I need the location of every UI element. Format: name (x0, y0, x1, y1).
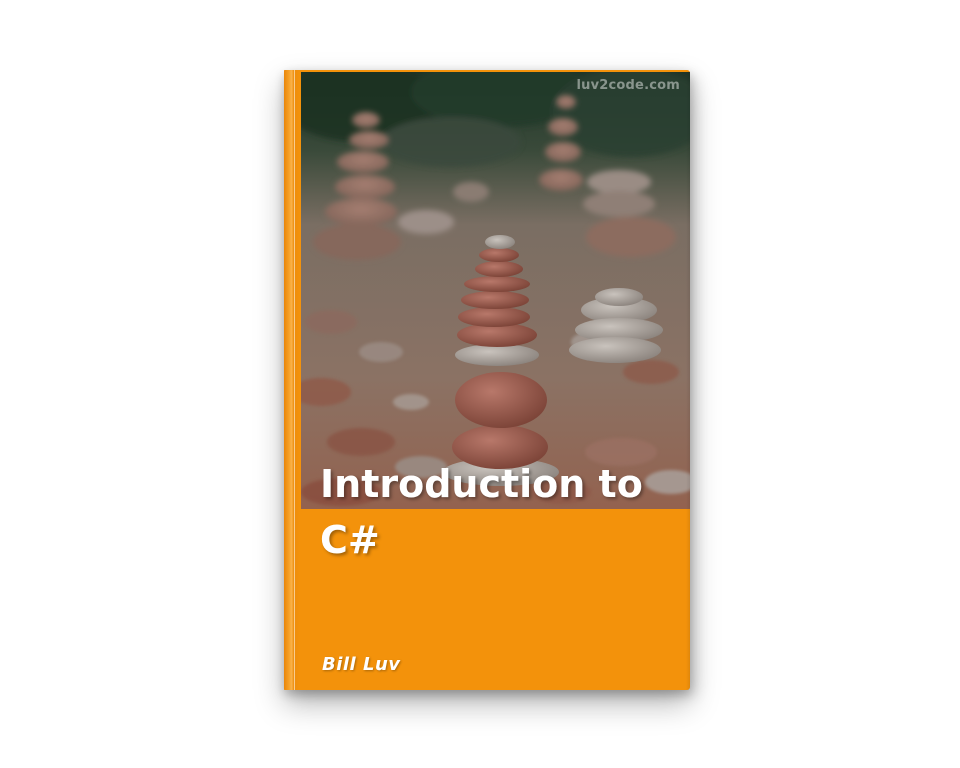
book-cover: luv2code.com Introduction to C# Bill Luv (284, 70, 690, 690)
page-background: luv2code.com Introduction to C# Bill Luv (0, 0, 960, 768)
book-title: Introduction to C# (320, 462, 643, 562)
cover-edge-shade (686, 70, 690, 690)
book-author: Bill Luv (322, 654, 401, 675)
book-spine (284, 70, 300, 690)
publisher-watermark: luv2code.com (576, 78, 680, 93)
stone-cairns-photo: luv2code.com (301, 72, 690, 509)
spine-crease (294, 70, 295, 690)
cairns-illustration (301, 72, 690, 509)
